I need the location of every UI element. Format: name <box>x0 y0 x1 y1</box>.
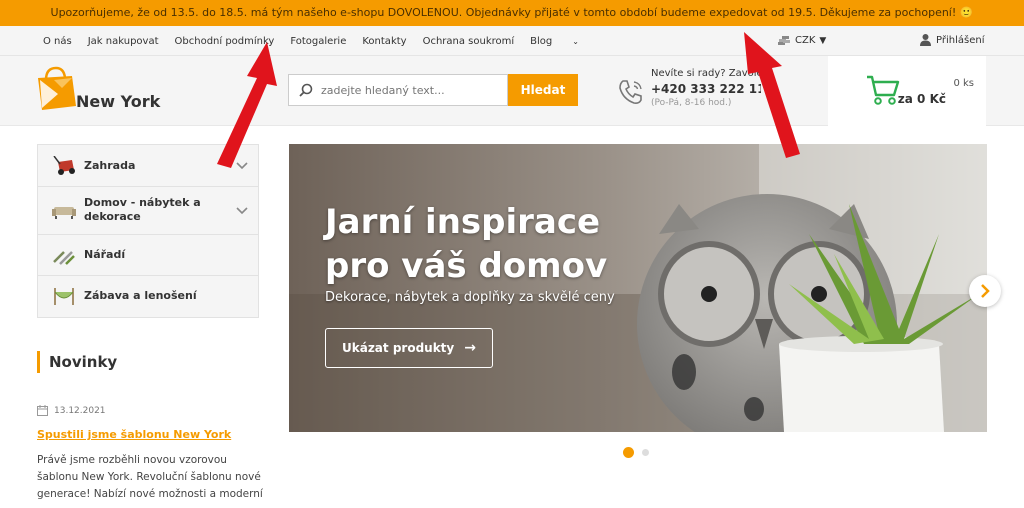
news-excerpt: Právě jsme rozběhli novou vzorovou šablo… <box>37 454 263 500</box>
login-link[interactable]: Přihlášení <box>920 34 984 46</box>
show-products-button[interactable]: Ukázat produkty → <box>325 328 493 368</box>
category-label: Zahrada <box>84 159 136 172</box>
banner-title-line1: Jarní inspirace <box>325 202 601 242</box>
slider-next-button[interactable] <box>969 275 1001 307</box>
search-input[interactable] <box>321 83 501 97</box>
chevron-down-icon: ▼ <box>819 35 827 46</box>
category-label: Nářadí <box>84 248 126 261</box>
nav-link-contacts[interactable]: Kontakty <box>362 36 406 47</box>
cart-icon <box>867 75 900 105</box>
cart-price: za 0 Kč <box>897 92 946 106</box>
top-nav-links: O nás Jak nakupovat Obchodní podmínky Fo… <box>43 26 611 56</box>
arrow-right-icon: → <box>464 340 476 356</box>
category-menu: Zahrada Domov - nábytek a dekorace Nářad… <box>37 144 259 318</box>
slider-dot[interactable] <box>642 449 649 456</box>
search-icon <box>299 83 313 97</box>
nav-link-gallery[interactable]: Fotogalerie <box>290 36 346 47</box>
category-item-leisure[interactable]: Zábava a lenošení <box>38 276 258 317</box>
nav-link-about[interactable]: O nás <box>43 36 72 47</box>
lawn-mower-icon <box>53 156 75 175</box>
cart-quantity: 0 ks <box>953 78 974 89</box>
news-section-title: Novinky <box>37 351 117 373</box>
tools-icon <box>53 251 75 265</box>
news-headline-link[interactable]: Spustili jsme šablonu New York <box>37 428 231 441</box>
category-item-tools[interactable]: Nářadí <box>38 235 258 276</box>
category-label: Zábava a lenošení <box>84 289 197 302</box>
site-header: New York Hledat Nevíte si rady? Zavolejt… <box>0 56 1024 126</box>
nav-link-how-to-buy[interactable]: Jak nakupovat <box>88 36 159 47</box>
slider-dot-active[interactable] <box>623 447 634 458</box>
top-navigation: O nás Jak nakupovat Obchodní podmínky Fo… <box>0 26 1024 56</box>
banner-background-image <box>289 144 987 432</box>
banner-title: Jarní inspirace pro váš domov <box>325 200 607 288</box>
sofa-icon <box>52 207 76 219</box>
news-date-text: 13.12.2021 <box>54 405 106 416</box>
banner-subtitle: Dekorace, nábytek a doplňky za skvělé ce… <box>325 290 615 305</box>
user-icon <box>920 34 931 46</box>
phone-icon <box>619 80 642 104</box>
cart-widget[interactable]: 0 ks za 0 Kč <box>828 56 986 126</box>
logo[interactable]: New York <box>36 66 166 116</box>
nav-link-blog[interactable]: Blog ⌄ <box>530 36 595 47</box>
login-label: Přihlášení <box>936 34 985 46</box>
category-item-home[interactable]: Domov - nábytek a dekorace <box>38 187 258 235</box>
show-products-label: Ukázat produkty <box>342 341 455 355</box>
search-button[interactable]: Hledat <box>508 74 578 106</box>
nav-link-blog-label: Blog <box>530 35 553 47</box>
slider-pagination <box>623 447 649 458</box>
nav-link-privacy[interactable]: Ochrana soukromí <box>423 36 515 47</box>
shopping-bag-logo-icon <box>38 66 76 110</box>
hammock-icon <box>54 288 74 305</box>
banner-title-line2: pro váš domov <box>325 246 608 286</box>
vacation-notice-bar: Upozorňujeme, že od 13.5. do 18.5. má tý… <box>0 0 1024 26</box>
logo-text: New York <box>76 92 161 111</box>
annotation-arrow-left <box>217 42 277 168</box>
category-label: Domov - nábytek a dekorace <box>84 196 201 223</box>
calendar-icon <box>37 405 48 416</box>
annotation-arrow-right <box>744 32 800 158</box>
news-date: 13.12.2021 <box>37 405 106 416</box>
chevron-down-icon[interactable] <box>236 207 248 215</box>
hero-banner[interactable]: Jarní inspirace pro váš domov Dekorace, … <box>289 144 987 432</box>
chevron-down-icon: ⌄ <box>572 36 579 46</box>
chevron-right-icon <box>981 284 990 298</box>
search-box <box>288 74 508 106</box>
